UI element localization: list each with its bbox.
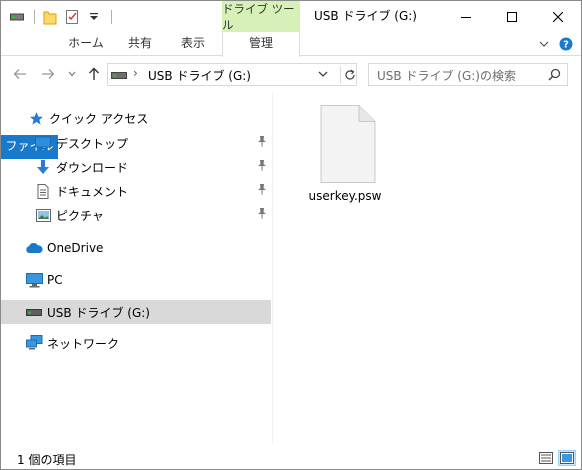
- file-name: userkey.psw: [308, 189, 382, 203]
- nav-documents[interactable]: ドキュメント: [1, 179, 271, 203]
- tab-view[interactable]: 表示: [173, 32, 213, 56]
- title-bar: ドライブ ツール USB ドライブ (G:): [1, 1, 581, 32]
- nav-downloads-label: ダウンロード: [56, 160, 129, 175]
- nav-pictures[interactable]: ピクチャ: [1, 203, 271, 227]
- drive-icon[interactable]: [7, 7, 27, 27]
- back-button[interactable]: [11, 65, 29, 83]
- drive-icon: [25, 303, 43, 321]
- star-icon: [27, 109, 45, 127]
- nav-documents-label: ドキュメント: [56, 184, 129, 199]
- pin-icon[interactable]: [257, 207, 267, 222]
- toolbar-separator: [34, 10, 35, 24]
- refresh-button[interactable]: [340, 66, 356, 83]
- document-icon: [34, 182, 52, 200]
- pin-icon[interactable]: [257, 183, 267, 198]
- nav-pictures-label: ピクチャ: [56, 208, 104, 223]
- nav-usb-drive[interactable]: USB ドライブ (G:): [1, 300, 271, 324]
- pictures-icon: [34, 206, 52, 224]
- computer-icon: [25, 271, 43, 289]
- help-icon[interactable]: ?: [557, 36, 575, 52]
- nav-pc[interactable]: PC: [1, 268, 271, 292]
- search-placeholder[interactable]: USB ドライブ (G:)の検索: [377, 67, 516, 84]
- nav-network-label: ネットワーク: [47, 336, 120, 351]
- customize-toolbar-icon[interactable]: [84, 7, 104, 27]
- forward-button[interactable]: [39, 65, 57, 83]
- address-toolbar: › USB ドライブ (G:) USB ドライブ (G:)の検索: [1, 57, 581, 93]
- nav-network[interactable]: ネットワーク: [1, 331, 271, 355]
- search-box[interactable]: USB ドライブ (G:)の検索: [368, 63, 568, 86]
- file-item[interactable]: userkey.psw: [304, 104, 386, 203]
- close-button[interactable]: [535, 1, 581, 32]
- breadcrumb-current[interactable]: USB ドライブ (G:): [148, 67, 251, 84]
- drive-icon: [111, 69, 127, 83]
- address-bar[interactable]: › USB ドライブ (G:): [107, 63, 357, 86]
- navigation-pane: クイック アクセス デスクトップ ダウンロード ドキュメント ピクチャ OneD…: [1, 93, 273, 443]
- nav-quick-access-label: クイック アクセス: [49, 111, 149, 126]
- nav-onedrive[interactable]: OneDrive: [1, 236, 271, 260]
- nav-usb-drive-label: USB ドライブ (G:): [47, 305, 150, 320]
- toolbar-separator: [111, 10, 112, 24]
- caption-buttons: [443, 1, 581, 32]
- breadcrumb-chevron-icon[interactable]: ›: [133, 66, 138, 80]
- tab-share[interactable]: 共有: [121, 32, 159, 56]
- properties-icon[interactable]: [62, 7, 82, 27]
- ribbon-tabs: ファイル ホーム 共有 表示 管理 ?: [1, 32, 581, 159]
- details-view-button[interactable]: [537, 450, 555, 466]
- quick-access-toolbar: [7, 7, 117, 27]
- nav-desktop[interactable]: デスクトップ: [1, 131, 271, 155]
- generic-file-icon: [320, 105, 376, 183]
- ribbon-right-controls: ?: [531, 36, 575, 52]
- nav-quick-access[interactable]: クイック アクセス: [1, 106, 271, 130]
- desktop-icon: [34, 134, 52, 152]
- address-dropdown-icon[interactable]: [318, 68, 328, 82]
- nav-onedrive-label: OneDrive: [47, 241, 104, 255]
- window-title: USB ドライブ (G:): [314, 9, 417, 23]
- svg-text:?: ?: [563, 40, 569, 51]
- up-button[interactable]: [85, 65, 103, 83]
- tab-home[interactable]: ホーム: [65, 32, 107, 56]
- search-icon[interactable]: [548, 68, 561, 84]
- tab-manage[interactable]: 管理: [222, 32, 300, 57]
- large-icons-view-button[interactable]: [558, 450, 576, 466]
- nav-downloads[interactable]: ダウンロード: [1, 155, 271, 179]
- status-bar: 1 個の項目: [1, 447, 581, 469]
- new-folder-icon[interactable]: [40, 7, 60, 27]
- minimize-button[interactable]: [443, 1, 489, 32]
- explorer-window: ドライブ ツール USB ドライブ (G:) ファイル ホーム 共有 表示 管理…: [0, 0, 582, 470]
- item-count: 1 個の項目: [17, 453, 77, 467]
- nav-desktop-label: デスクトップ: [56, 136, 129, 151]
- pin-icon[interactable]: [257, 159, 267, 174]
- pin-icon[interactable]: [257, 135, 267, 150]
- cloud-icon: [25, 239, 43, 257]
- network-icon: [25, 334, 43, 352]
- nav-pc-label: PC: [47, 273, 63, 287]
- download-icon: [34, 158, 52, 176]
- maximize-button[interactable]: [489, 1, 535, 32]
- expand-ribbon-icon[interactable]: [535, 36, 553, 52]
- recent-locations-button[interactable]: [65, 65, 79, 83]
- drive-tools-context-label: ドライブ ツール: [222, 1, 300, 32]
